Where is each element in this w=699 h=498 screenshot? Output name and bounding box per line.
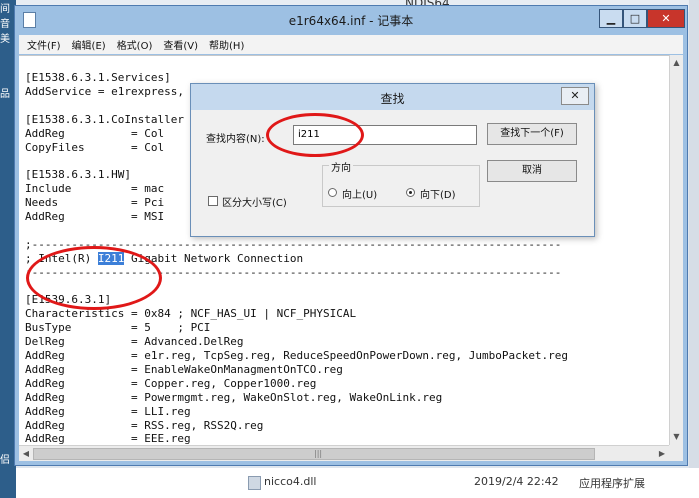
menu-format[interactable]: 格式(O) xyxy=(117,37,153,52)
scroll-down-arrow-icon[interactable]: ▼ xyxy=(670,430,683,444)
editor-line: Needs = Pci xyxy=(25,196,165,210)
background-file-type: 应用程序扩展 xyxy=(579,477,645,490)
selected-match-text: I211 xyxy=(97,251,125,265)
maximize-button[interactable]: □ xyxy=(623,9,647,28)
editor-line: AddReg = RSS.reg, RSS2Q.reg xyxy=(25,418,264,432)
editor-line: AddReg = e1r.reg, TcpSeg.reg, ReduceSpee… xyxy=(25,349,569,362)
editor-line: [E1538.6.3.1.Services] xyxy=(25,71,171,84)
editor-line: Characteristics = 0x84 ; NCF_HAS_UI | NC… xyxy=(25,307,357,321)
editor-line: AddReg = LLI.reg xyxy=(25,404,191,418)
horizontal-scrollbar[interactable]: ◀ ||| ▶ xyxy=(19,445,669,461)
match-suffix: Gigabit Network Connection xyxy=(124,251,304,265)
minimize-icon: ▁ xyxy=(606,12,616,25)
editor-line: CopyFiles = Col xyxy=(25,140,165,154)
find-dialog-titlebar[interactable]: 查找 ✕ xyxy=(191,84,594,110)
resize-grip[interactable] xyxy=(669,445,683,461)
background-sidebar-label: 侣 xyxy=(0,455,10,466)
editor-line: BusType = 5 ; PCI xyxy=(25,321,211,335)
minimize-button[interactable]: ▁ xyxy=(599,9,623,28)
vertical-scrollbar[interactable]: ▲ ▼ xyxy=(669,55,683,445)
background-file-date: 2019/2/4 22:42 xyxy=(474,475,559,488)
window-title: e1r64x64.inf - 记事本 xyxy=(288,14,414,28)
direction-up-radio[interactable] xyxy=(328,188,337,197)
menu-bar: 文件(F) 编辑(E) 格式(O) 查看(V) 帮助(H) xyxy=(19,35,683,54)
editor-line: [E1538.6.3.1.HW] xyxy=(25,168,131,182)
background-file-row[interactable]: nicco4.dll 2019/2/4 22:42 应用程序扩展 xyxy=(16,468,699,498)
editor-line: Include = mac xyxy=(25,182,165,196)
editor-line: AddReg = EEE.reg xyxy=(25,432,191,446)
menu-help[interactable]: 帮助(H) xyxy=(209,37,244,52)
editor-line: ;---------------------------------------… xyxy=(25,237,562,251)
direction-down-radio[interactable] xyxy=(406,188,415,197)
cancel-button[interactable]: 取消 xyxy=(487,160,577,182)
scroll-grip-icon: ||| xyxy=(314,449,323,458)
editor-line: [E1539.6.3.1] xyxy=(25,293,112,307)
menu-edit[interactable]: 编辑(E) xyxy=(72,37,106,52)
editor-line: AddService = e1rexpress, xyxy=(25,84,184,98)
editor-line: AddReg = Col xyxy=(25,126,165,140)
find-dialog-title: 查找 xyxy=(380,92,405,106)
editor-line: DelReg = Advanced.DelReg xyxy=(25,335,244,349)
find-dialog-close-button[interactable]: ✕ xyxy=(561,87,589,105)
background-sidebar-label: 品 xyxy=(0,89,10,100)
editor-line: AddReg = Powermgmt.reg, WakeOnSlot.reg, … xyxy=(25,390,443,404)
editor-line-match: ; Intel(R) I211 Gigabit Network Connecti… xyxy=(25,251,304,265)
background-file-name: nicco4.dll xyxy=(264,475,317,488)
dll-file-icon xyxy=(248,476,261,490)
menu-view[interactable]: 查看(V) xyxy=(163,37,198,52)
match-case-label[interactable]: 区分大小写(C) xyxy=(222,194,287,209)
close-icon: ✕ xyxy=(661,12,671,25)
scroll-left-arrow-icon[interactable]: ◀ xyxy=(19,446,33,461)
close-icon: ✕ xyxy=(570,89,580,102)
find-next-button[interactable]: 查找下一个(F) xyxy=(487,123,577,145)
match-prefix: ; Intel(R) xyxy=(25,251,98,265)
find-what-input[interactable]: i211 xyxy=(293,125,477,145)
window-titlebar[interactable]: e1r64x64.inf - 记事本 ▁ □ ✕ xyxy=(15,6,687,33)
direction-up-label[interactable]: 向上(U) xyxy=(342,186,377,201)
scroll-up-arrow-icon[interactable]: ▲ xyxy=(670,56,683,70)
find-what-label: 查找内容(N): xyxy=(206,134,265,145)
editor-line: [E1538.6.3.1.CoInstaller xyxy=(25,112,184,126)
find-dialog: 查找 ✕ 查找内容(N): i211 查找下一个(F) 取消 方向 向上(U) … xyxy=(190,83,595,237)
direction-label: 方向 xyxy=(329,159,353,174)
background-explorer-edge xyxy=(689,0,699,498)
menu-file[interactable]: 文件(F) xyxy=(27,37,61,52)
editor-line: ;---------------------------------------… xyxy=(25,265,562,279)
maximize-icon: □ xyxy=(629,12,641,25)
match-case-checkbox[interactable] xyxy=(208,196,218,206)
scroll-right-arrow-icon[interactable]: ▶ xyxy=(655,446,669,461)
horizontal-scroll-thumb[interactable]: ||| xyxy=(33,448,595,460)
close-button[interactable]: ✕ xyxy=(647,9,685,28)
direction-down-label[interactable]: 向下(D) xyxy=(420,186,456,201)
editor-line: AddReg = Copper.reg, Copper1000.reg xyxy=(25,376,317,390)
editor-line: AddReg = EnableWakeOnManagmentOnTCO.reg xyxy=(25,362,343,376)
editor-line: AddReg = MSI xyxy=(25,210,165,223)
